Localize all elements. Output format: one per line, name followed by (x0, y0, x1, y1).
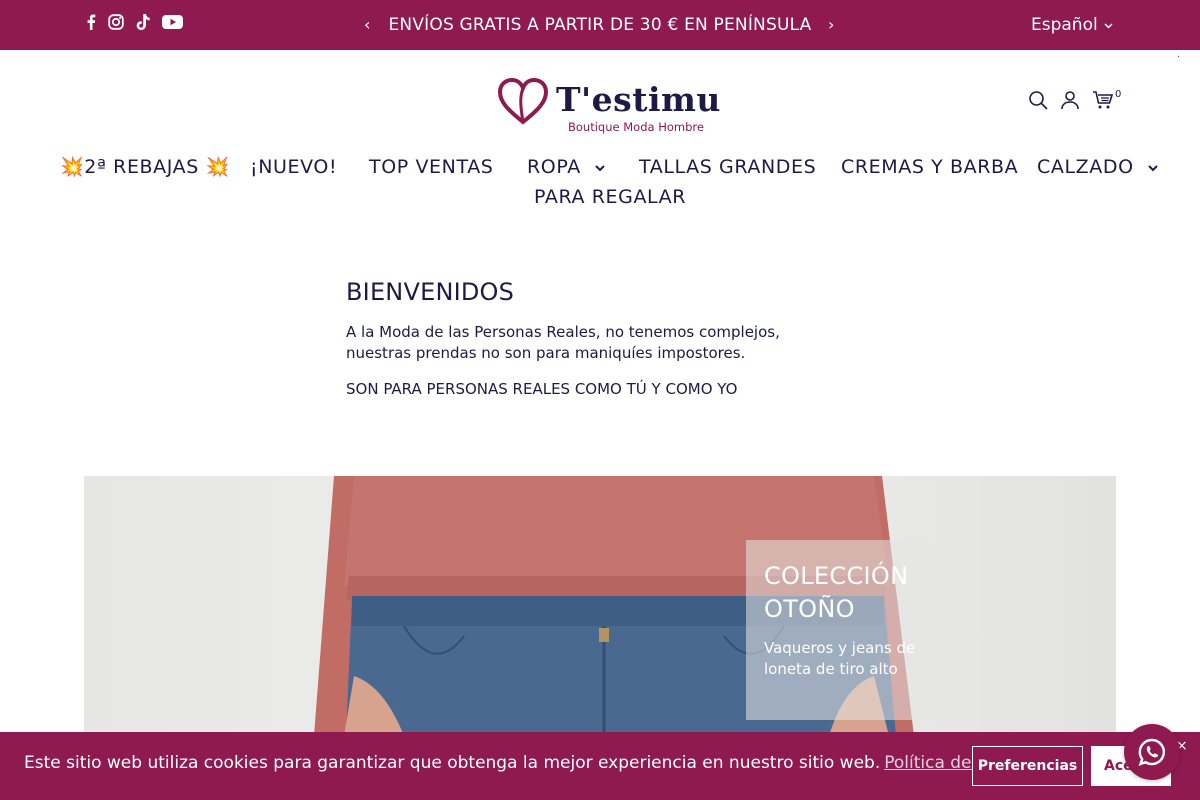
announcement-next-button[interactable]: › (828, 13, 834, 37)
logo-subtitle: Boutique Moda Hombre (568, 120, 704, 134)
preferences-button[interactable]: Preferencias (972, 746, 1083, 786)
nav-item-label: PARA REGALAR (534, 186, 687, 208)
social-links (86, 14, 183, 30)
youtube-icon[interactable] (162, 14, 183, 30)
nav-item-ropa[interactable]: ROPA (527, 152, 606, 184)
instagram-icon[interactable] (108, 14, 124, 30)
decorative-dot: · (1177, 52, 1181, 63)
announcement-text: ENVÍOS GRATIS A PARTIR DE 30 € EN PENÍNS… (388, 15, 812, 35)
search-icon[interactable] (1028, 90, 1048, 110)
announcement-prev-button[interactable]: ‹ (364, 13, 370, 37)
whatsapp-button[interactable] (1124, 724, 1180, 780)
whatsapp-icon (1138, 738, 1165, 766)
chevron-down-icon (1104, 14, 1113, 38)
site-logo[interactable]: T'estimu Boutique Moda Hombre (498, 76, 720, 136)
language-selector[interactable]: Español (1031, 13, 1113, 37)
nav-item-label: TOP VENTAS (369, 156, 494, 178)
nav-item-label: 💥2ª REBAJAS 💥 (60, 156, 230, 178)
cookie-banner: Este sitio web utiliza cookies para gara… (0, 732, 1200, 800)
account-icon[interactable] (1060, 90, 1080, 110)
chevron-down-icon (595, 153, 606, 183)
nav-item-rebajas[interactable]: 💥2ª REBAJAS 💥 (60, 152, 230, 182)
nav-item-label: TALLAS GRANDES (639, 156, 817, 178)
nav-item-para-regalar[interactable]: PARA REGALAR (534, 182, 686, 212)
chevron-down-icon (1148, 153, 1159, 183)
cookie-message: Este sitio web utiliza cookies para gara… (24, 751, 1065, 775)
announcement-bar: ‹ ENVÍOS GRATIS A PARTIR DE 30 € EN PENÍ… (0, 0, 1200, 50)
nav-item-tallas-grandes[interactable]: TALLAS GRANDES (639, 152, 816, 182)
language-label: Español (1031, 15, 1098, 35)
welcome-paragraph: A la Moda de las Personas Reales, no ten… (346, 323, 780, 362)
nav-item-label: ¡NUEVO! (250, 156, 338, 178)
nav-item-nuevo[interactable]: ¡NUEVO! (250, 152, 337, 182)
welcome-section: BIENVENIDOS A la Moda de las Personas Re… (346, 276, 846, 400)
nav-item-label: CREMAS Y BARBA (841, 156, 1019, 178)
cart-count-badge: 0 (1115, 89, 1122, 100)
welcome-tagline: SON PARA PERSONAS REALES COMO TÚ Y COMO … (346, 380, 738, 398)
hero-banner[interactable]: COLECCIÓN OTOÑO Vaqueros y jeans de lone… (84, 476, 1116, 736)
nav-item-top-ventas[interactable]: TOP VENTAS (369, 152, 493, 182)
cookie-text: Este sitio web utiliza cookies para gara… (24, 753, 881, 773)
facebook-icon[interactable] (86, 14, 96, 30)
nav-item-label: ROPA (527, 156, 581, 178)
heart-logo-icon (498, 78, 548, 125)
hero-image (84, 476, 1116, 736)
nav-item-label: CALZADO (1037, 156, 1134, 178)
hero-subtitle: Vaqueros y jeans de loneta de tiro alto (764, 639, 916, 678)
cart-icon[interactable] (1092, 90, 1114, 110)
nav-item-cremas-barba[interactable]: CREMAS Y BARBA (841, 152, 1018, 182)
tiktok-icon[interactable] (136, 14, 150, 30)
welcome-title: BIENVENIDOS (346, 278, 515, 306)
hero-title: COLECCIÓN OTOÑO (764, 562, 909, 623)
header-icons (1028, 90, 1114, 110)
logo-wordmark: T'estimu (556, 80, 721, 119)
nav-item-calzado[interactable]: CALZADO (1037, 152, 1159, 184)
